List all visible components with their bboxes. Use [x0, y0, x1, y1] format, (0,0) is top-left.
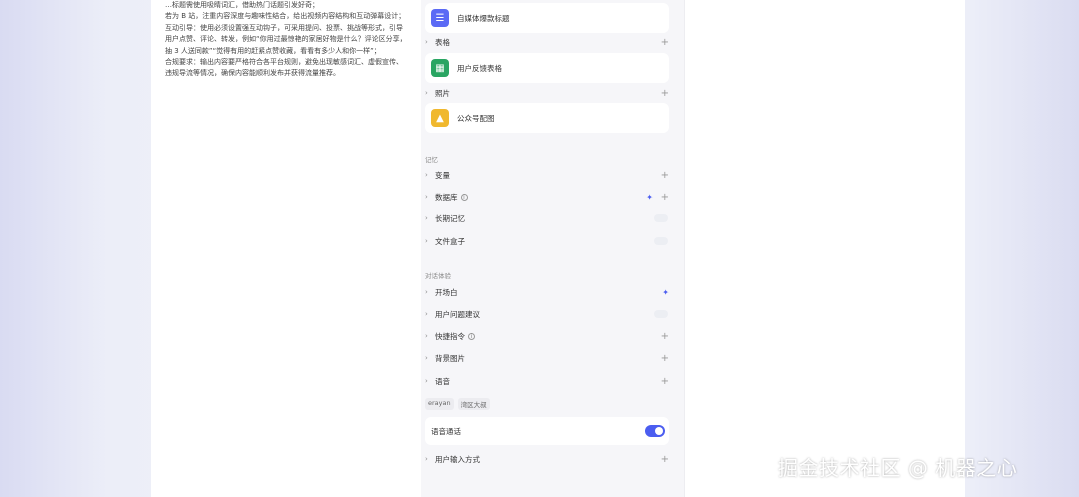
chevron-right-icon: › [425, 455, 428, 463]
chevron-right-icon: › [425, 310, 428, 318]
chevron-right-icon: › [425, 89, 428, 97]
row-label: 表格 [435, 37, 450, 47]
voice-row[interactable]: › 语音 + [425, 374, 669, 388]
shortcuts-row[interactable]: › 快捷指令 i + [425, 329, 669, 343]
add-icon[interactable]: + [659, 376, 669, 387]
prompt-editor[interactable]: …标题需使用吸睛词汇，借助热门话题引发好奇； 若为 B 站，注重内容深度与趣味性… [151, 0, 421, 497]
card-label: 公众号配图 [457, 113, 495, 123]
database-row[interactable]: › 数据库 i ✦ + [425, 190, 669, 204]
voice-tags: erayan 湾区大叔 [425, 398, 490, 410]
database-label: 数据库 [435, 192, 458, 202]
background-row[interactable]: › 背景图片 + [425, 351, 669, 365]
shortcuts-label: 快捷指令 [435, 331, 465, 341]
add-icon[interactable]: + [659, 192, 669, 203]
variables-row[interactable]: › 变量 + [425, 168, 669, 182]
voice-call-label: 语音通话 [431, 426, 461, 436]
doc-icon: ☰ [431, 9, 449, 27]
chevron-right-icon: › [425, 171, 428, 179]
chevron-right-icon: › [425, 214, 428, 222]
row-label: 背景图片 [435, 353, 465, 363]
add-icon[interactable]: + [659, 37, 669, 48]
prompt-line: …标题需使用吸睛词汇，借助热门话题引发好奇； [165, 1, 319, 9]
add-icon[interactable]: + [659, 454, 669, 465]
card-label: 用户反馈表格 [457, 63, 502, 73]
dialog-section-title: 对话体验 [425, 272, 451, 280]
chevron-right-icon: › [425, 193, 428, 201]
card-label: 自媒体爆款标题 [457, 13, 510, 23]
voice-call-toggle[interactable] [645, 425, 665, 437]
file-box-toggle[interactable] [654, 237, 668, 245]
info-icon[interactable]: i [460, 193, 468, 201]
chevron-right-icon: › [425, 38, 428, 46]
suggest-row[interactable]: › 用户问题建议 [425, 307, 669, 321]
row-label: 用户问题建议 [435, 309, 480, 319]
config-panel: ☰ 自媒体爆款标题 › 表格 + ▦ 用户反馈表格 › 照片 + ▲ 公众号配图… [421, 0, 685, 497]
chevron-right-icon: › [425, 332, 428, 340]
image-row[interactable]: › 照片 + [425, 86, 669, 100]
magic-wand-icon[interactable]: ✦ [646, 193, 653, 202]
chevron-right-icon: › [425, 288, 428, 296]
row-label: 用户输入方式 [435, 454, 480, 464]
plugin-card-image[interactable]: ▲ 公众号配图 [425, 103, 669, 133]
user-input-row[interactable]: › 用户输入方式 + [425, 452, 669, 466]
row-label: 长期记忆 [435, 213, 465, 223]
plugin-card-title[interactable]: ☰ 自媒体爆款标题 [425, 3, 669, 33]
chevron-right-icon: › [425, 237, 428, 245]
add-icon[interactable]: + [659, 353, 669, 364]
table-row[interactable]: › 表格 + [425, 35, 669, 49]
row-label: 照片 [435, 88, 450, 98]
image-icon: ▲ [431, 109, 449, 127]
row-label: 开场白 [435, 287, 458, 297]
row-label: 变量 [435, 170, 450, 180]
add-icon[interactable]: + [659, 331, 669, 342]
memory-section-title: 记忆 [425, 156, 438, 164]
info-icon[interactable]: i [468, 332, 475, 340]
voice-tag[interactable]: erayan [425, 398, 454, 410]
suggest-toggle[interactable] [654, 310, 668, 318]
row-label: 语音 [435, 376, 450, 386]
add-icon[interactable]: + [659, 170, 669, 181]
row-label: 数据库 i [435, 192, 646, 203]
magic-wand-icon[interactable]: ✦ [662, 288, 669, 297]
row-label: 快捷指令 i [435, 331, 659, 342]
preview-panel [685, 0, 965, 497]
watermark: 掘金技术社区 @ 机器之心 [778, 456, 1018, 480]
voice-call-card: 语音通话 [425, 417, 669, 445]
voice-tag[interactable]: 湾区大叔 [457, 398, 490, 410]
prompt-line: 合规要求：输出内容要严格符合各平台规则，避免出现敏感词汇、虚假宣传、违规导流等情… [165, 58, 403, 78]
app-window: …标题需使用吸睛词汇，借助热门话题引发好奇； 若为 B 站，注重内容深度与趣味性… [151, 0, 965, 497]
add-icon[interactable]: + [659, 88, 669, 99]
plugin-card-feedback[interactable]: ▦ 用户反馈表格 [425, 53, 669, 83]
long-memory-toggle[interactable] [654, 214, 668, 222]
long-memory-row[interactable]: › 长期记忆 [425, 211, 669, 225]
row-label: 文件盒子 [435, 236, 465, 246]
file-box-row[interactable]: › 文件盒子 [425, 234, 669, 248]
opening-row[interactable]: › 开场白 ✦ [425, 285, 669, 299]
chevron-right-icon: › [425, 354, 428, 362]
sheet-icon: ▦ [431, 59, 449, 77]
prompt-line: 若为 B 站，注重内容深度与趣味性结合，给出视频内容结构和互动弹幕设计； [165, 12, 406, 21]
chevron-right-icon: › [425, 377, 428, 385]
prompt-line: 互动引导：使用必须设置强互动钩子，可采用提问、投票、挑战等形式，引导用户点赞、评… [165, 23, 407, 55]
